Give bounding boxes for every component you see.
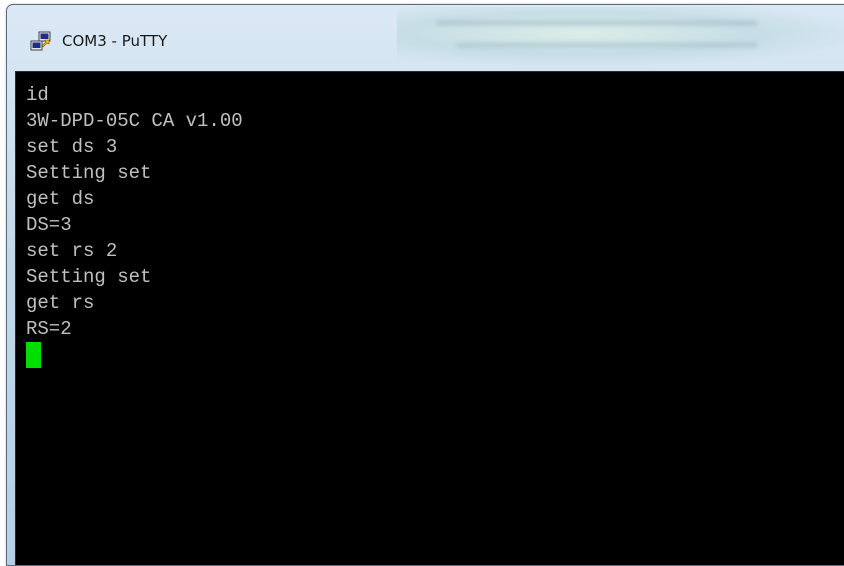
terminal-line: get ds <box>26 188 95 210</box>
terminal-output: id 3W-DPD-05C CA v1.00 set ds 3 Setting … <box>26 82 243 368</box>
terminal-line: 3W-DPD-05C CA v1.00 <box>26 110 243 132</box>
title-bar[interactable]: COM3 - PuTTY <box>7 5 844 65</box>
terminal-prompt-line <box>26 342 243 368</box>
terminal-line: get rs <box>26 292 95 314</box>
terminal-area[interactable]: id 3W-DPD-05C CA v1.00 set ds 3 Setting … <box>15 71 844 565</box>
terminal-line: set ds 3 <box>26 136 118 158</box>
putty-icon[interactable] <box>30 31 52 53</box>
terminal-line: set rs 2 <box>26 240 118 262</box>
putty-window: COM3 - PuTTY id 3W-DPD-05C CA v1.00 set … <box>6 4 844 566</box>
terminal-line: id <box>26 84 49 106</box>
title-bar-blurred-background <box>397 7 844 65</box>
terminal-line: DS=3 <box>26 214 72 236</box>
terminal-cursor <box>26 342 41 368</box>
terminal-line: RS=2 <box>26 318 72 340</box>
terminal-line: Setting set <box>26 162 152 184</box>
terminal-line: Setting set <box>26 266 152 288</box>
window-title: COM3 - PuTTY <box>62 32 168 50</box>
